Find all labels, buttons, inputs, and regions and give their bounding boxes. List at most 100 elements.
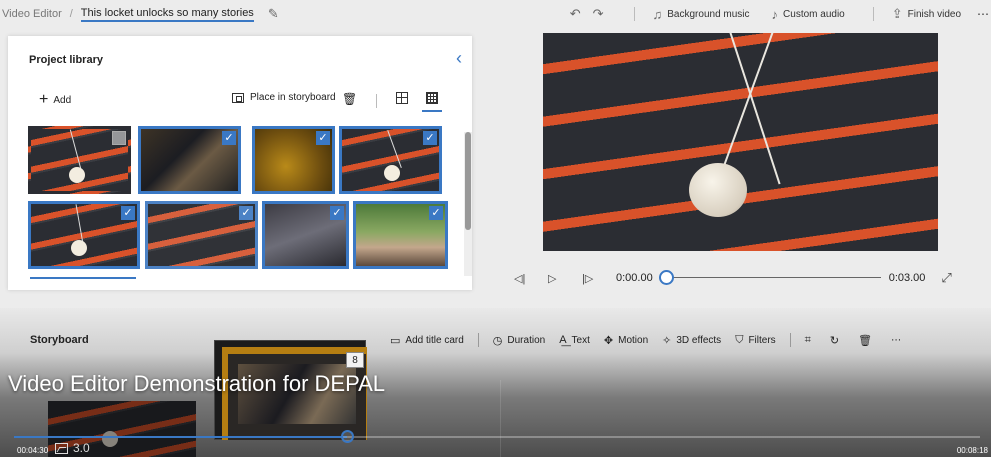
checkbox-icon[interactable]: ✓ (239, 206, 253, 220)
more-label: ⋯ (891, 334, 902, 346)
clip-duration: 3.0 (55, 441, 90, 455)
library-toolbar: + Add Place in storyboard 🗑 (8, 92, 472, 112)
more-options-button[interactable]: ⋯ (977, 7, 989, 21)
project-library-panel: Project library ‹ + Add Place in storybo… (8, 36, 472, 290)
add-title-card-button[interactable]: ▭ Add title card (390, 334, 464, 347)
rotate-button[interactable]: ↻ (830, 334, 844, 347)
elapsed-time: 00:04:30 (17, 446, 49, 455)
filters-button[interactable]: ⛉ Filters (735, 334, 775, 347)
stack-count-badge: 8 (346, 352, 364, 368)
place-icon (232, 92, 244, 103)
duration-button[interactable]: ◷ Duration (493, 334, 545, 347)
crop-icon: ⌗ (804, 333, 811, 346)
library-item-locket-knit-3[interactable]: ✓ (28, 201, 140, 269)
finish-video-button[interactable]: ⇪ Finish video (886, 6, 961, 22)
undo-icon[interactable]: ↶ (570, 6, 581, 22)
checkbox-icon[interactable]: ✓ (222, 131, 236, 145)
pencil-icon[interactable]: ✎ (268, 6, 279, 22)
library-item-locket-knit-2[interactable]: ✓ (339, 126, 442, 194)
text-button[interactable]: A͟ Text (559, 334, 590, 346)
place-in-storyboard-button[interactable]: Place in storyboard (232, 92, 336, 103)
plus-icon: + (39, 91, 49, 108)
library-item-locket-knit[interactable] (28, 126, 131, 194)
seek-thumb[interactable] (658, 270, 674, 285)
grid-small-icon[interactable] (396, 92, 408, 104)
library-item-jewelry-table[interactable]: ✓ (262, 201, 349, 269)
checkbox-icon[interactable]: ✓ (316, 131, 330, 145)
rotate-icon: ↻ (829, 334, 840, 347)
total-time: 00:08:18 (956, 446, 988, 455)
scrollbar-thumb[interactable] (465, 132, 471, 230)
breadcrumb-root[interactable]: Video Editor (2, 8, 62, 20)
library-focus-indicator (30, 277, 136, 279)
trash-icon: 🗑 (858, 334, 873, 347)
3d-effects-button[interactable]: ✧ 3D effects (662, 334, 721, 347)
necklace-chain (723, 33, 781, 185)
motion-icon: ✥ (603, 334, 614, 347)
motion-label: Motion (618, 334, 649, 346)
skip-back-icon[interactable]: ◁| (514, 272, 548, 285)
delete-button[interactable]: 🗑 (858, 334, 877, 347)
divider (789, 333, 791, 347)
video-preview[interactable] (543, 33, 938, 251)
redo-icon[interactable]: ↷ (593, 6, 604, 22)
checkbox-icon[interactable]: ✓ (121, 206, 135, 220)
checkbox-icon[interactable] (112, 131, 126, 145)
3d-effects-label: 3D effects (676, 334, 722, 346)
necklace-chain (716, 33, 777, 184)
storyboard-title: Storyboard (30, 334, 89, 346)
title-card-icon: ▭ (390, 334, 401, 347)
filter-icon: ⛉ (735, 333, 744, 346)
playback-controls: ◁| ▷ |▷ 0:00.00 0:03.00 ⤢ (514, 268, 974, 288)
image-icon (55, 442, 68, 454)
divider (633, 7, 635, 21)
motion-button[interactable]: ✥ Motion (604, 334, 648, 347)
text-label: Text (571, 334, 590, 346)
clock-icon: ◷ (492, 334, 503, 347)
more-options-button[interactable]: ⋯ (891, 335, 901, 346)
video-overlay-title: Video Editor Demonstration for DEPAL (8, 371, 386, 396)
custom-audio-button[interactable]: ♪ Custom audio (766, 7, 845, 22)
project-title[interactable]: This locket unlocks so many stories (80, 7, 254, 22)
library-item-gold-field[interactable]: ✓ (252, 126, 335, 194)
chevron-left-icon[interactable]: ‹ (456, 48, 462, 69)
checkbox-icon[interactable]: ✓ (423, 131, 437, 145)
video-progress-fill (14, 436, 348, 438)
view-active-indicator (422, 110, 442, 112)
duration-label: Duration (507, 334, 546, 346)
video-progress-bar[interactable] (14, 430, 980, 443)
locket-thumbnail (102, 431, 118, 447)
finish-video-label: Finish video (907, 8, 961, 20)
breadcrumb-separator: / (69, 8, 73, 20)
clip-duration-value: 3.0 (73, 441, 90, 455)
checkbox-icon[interactable]: ✓ (330, 206, 344, 220)
audio-icon: ♪ (771, 6, 779, 22)
play-icon[interactable]: ▷ (548, 272, 582, 285)
divider (376, 94, 377, 108)
grid-large-icon[interactable] (426, 92, 438, 104)
export-icon: ⇪ (891, 6, 903, 21)
seek-track (660, 277, 881, 278)
divider (872, 7, 874, 21)
skip-forward-icon[interactable]: |▷ (582, 272, 616, 285)
custom-audio-label: Custom audio (783, 8, 845, 20)
expand-icon[interactable]: ⤢ (941, 270, 951, 286)
library-scrollbar[interactable] (464, 132, 472, 276)
background-music-button[interactable]: ♫ Background music (647, 7, 750, 22)
clip-divider (500, 380, 501, 457)
library-item-family-selfie[interactable]: ✓ (353, 201, 448, 269)
sparkle-icon: ✧ (662, 334, 672, 347)
checkbox-icon[interactable]: ✓ (429, 206, 443, 220)
add-label: Add (53, 94, 72, 106)
crop-button[interactable]: ⌗ (805, 334, 816, 347)
library-item-locket-wear[interactable]: ✓ (145, 201, 258, 269)
add-button[interactable]: + Add (39, 92, 71, 108)
library-item-party-photos[interactable]: ✓ (138, 126, 241, 194)
top-actions: ↶ ↷ ♫ Background music ♪ Custom audio ⇪ … (564, 0, 991, 28)
add-title-card-label: Add title card (405, 334, 464, 346)
trash-icon[interactable]: 🗑 (342, 92, 357, 106)
seek-slider[interactable] (658, 270, 881, 285)
current-time: 0:00.00 (616, 272, 653, 284)
library-title: Project library (29, 54, 103, 66)
top-bar: Video Editor / This locket unlocks so ma… (0, 0, 991, 28)
